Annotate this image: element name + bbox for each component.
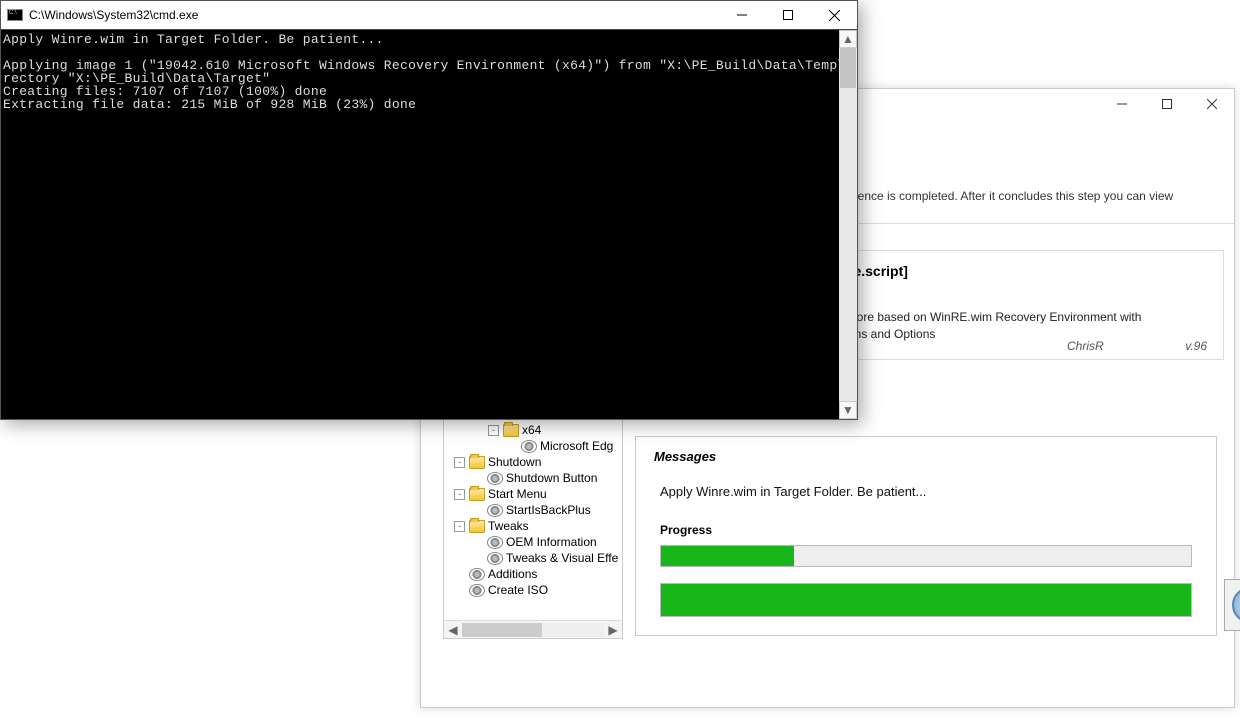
tree-item-label: OEM Information <box>506 535 597 549</box>
tree-item[interactable]: OEM Information <box>444 534 622 550</box>
progress-bar-step-fill <box>661 546 794 566</box>
tree-item-label: Microsoft Edg <box>540 439 613 453</box>
gear-icon <box>487 504 503 517</box>
tree-folder[interactable]: - Start Menu <box>444 486 622 502</box>
messages-heading: Messages <box>654 449 1198 464</box>
script-author: ChrisR <box>1067 339 1104 353</box>
scroll-track[interactable] <box>839 48 857 401</box>
cmd-maximize-button[interactable] <box>765 1 811 30</box>
tree-folder[interactable]: - Shutdown <box>444 454 622 470</box>
scroll-thumb[interactable] <box>462 623 542 637</box>
tree-item[interactable]: Tweaks & Visual Effe <box>444 550 622 566</box>
maximize-button[interactable] <box>1144 89 1189 119</box>
tree-item-label: StartIsBackPlus <box>506 503 591 517</box>
cmd-vertical-scrollbar[interactable]: ▲ ▼ <box>839 30 857 419</box>
scroll-down-arrow[interactable]: ▼ <box>839 401 857 419</box>
minimize-button[interactable] <box>1099 89 1144 119</box>
progress-bar-overall-fill <box>661 584 1191 616</box>
script-description: Core based on WinRE.wim Recovery Environ… <box>848 309 1207 343</box>
scroll-right-arrow[interactable]: ▶ <box>604 623 622 637</box>
gear-icon <box>469 568 485 581</box>
tree-item-label: Tweaks & Visual Effe <box>506 551 618 565</box>
tree-item[interactable]: Create ISO <box>444 582 622 598</box>
scroll-track[interactable] <box>462 623 604 637</box>
gear-icon <box>487 536 503 549</box>
gear-icon <box>487 552 503 565</box>
cmd-titlebar[interactable]: C:\Windows\System32\cmd.exe <box>1 1 857 30</box>
folder-icon <box>503 424 519 437</box>
gear-icon <box>469 584 485 597</box>
cmd-close-button[interactable] <box>811 1 857 30</box>
folder-icon <box>469 488 485 501</box>
tree-item-label: Start Menu <box>488 487 547 501</box>
cancel-button[interactable]: X <box>1224 579 1240 631</box>
progress-heading: Progress <box>660 523 1198 537</box>
tree-toggle[interactable]: - <box>454 521 465 532</box>
tree-item[interactable]: Microsoft Edg <box>444 438 622 454</box>
tree-item-label: Shutdown Button <box>506 471 597 485</box>
tree-toggle[interactable]: - <box>454 457 465 468</box>
tree-toggle[interactable]: - <box>454 489 465 500</box>
folder-icon <box>469 456 485 469</box>
tree-horizontal-scrollbar[interactable]: ◀ ▶ <box>444 620 622 638</box>
close-button[interactable] <box>1189 89 1234 119</box>
progress-bar-step <box>660 545 1192 567</box>
cmd-icon <box>7 9 23 21</box>
tree-item-label: x64 <box>522 423 541 437</box>
tree-item[interactable]: Additions <box>444 566 622 582</box>
cmd-title: C:\Windows\System32\cmd.exe <box>29 8 719 22</box>
tree-item-label: Shutdown <box>488 455 541 469</box>
project-tree[interactable]: - x64 Microsoft Edg - Shutdown Shutdown Butto… <box>443 419 623 639</box>
cancel-x-icon: X <box>1232 587 1240 623</box>
scroll-up-arrow[interactable]: ▲ <box>839 30 857 48</box>
tree-folder[interactable]: - Tweaks <box>444 518 622 534</box>
cmd-window: C:\Windows\System32\cmd.exe Apply Winre.… <box>0 0 858 420</box>
tree-item-label: Tweaks <box>488 519 529 533</box>
scroll-left-arrow[interactable]: ◀ <box>444 623 462 637</box>
messages-panel: Messages Apply Winre.wim in Target Folde… <box>635 436 1217 636</box>
script-title: re.script] <box>848 263 1207 279</box>
tree-folder[interactable]: - x64 <box>444 422 622 438</box>
script-version: v.96 <box>1185 339 1207 353</box>
tree-item[interactable]: StartIsBackPlus <box>444 502 622 518</box>
tree-item-label: Create ISO <box>488 583 548 597</box>
progress-bar-overall <box>660 583 1192 617</box>
tree-item[interactable]: Shutdown Button <box>444 470 622 486</box>
messages-text: Apply Winre.wim in Target Folder. Be pat… <box>660 484 1198 499</box>
gear-icon <box>521 440 537 453</box>
tree-item-label: Additions <box>488 567 537 581</box>
cmd-output: Apply Winre.wim in Target Folder. Be pat… <box>1 30 839 419</box>
folder-icon <box>469 520 485 533</box>
gear-icon <box>487 472 503 485</box>
cmd-minimize-button[interactable] <box>719 1 765 30</box>
tree-toggle[interactable]: - <box>488 425 499 436</box>
scroll-thumb[interactable] <box>840 48 856 88</box>
